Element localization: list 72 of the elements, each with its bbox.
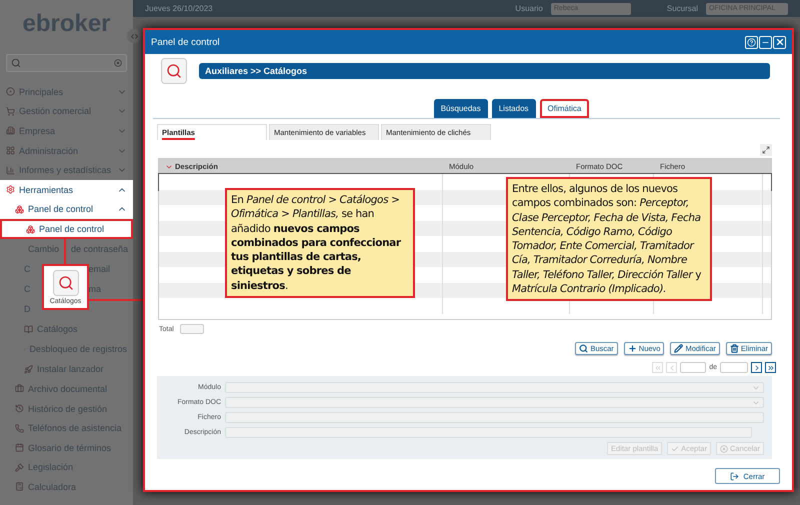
- sidebar-item[interactable]: Administración: [0, 140, 133, 160]
- calendar-icon: [15, 443, 24, 452]
- user-label: Usuario: [515, 4, 543, 13]
- cancel-icon: [720, 444, 728, 452]
- info-callout: Entre ellos, algunos de los nuevos campos combinados son: Perceptor, Clase Perceptor, Fecha de Vista, Fecha Sentencia, Código Ramo, Código Tomador, Ente Comercial, Tramitador Cía, Tramitador Correduría, Nombre Taller, Teléfono Taller, Dirección Taller y Matrícula Contrario (Implicado).: [506, 177, 712, 302]
- page-field[interactable]: [680, 362, 706, 373]
- sidebar-item[interactable]: C email: [0, 259, 133, 280]
- last-page-icon[interactable]: [765, 362, 776, 373]
- sidebar-item[interactable]: Principales: [0, 82, 133, 102]
- total-field: [180, 324, 204, 334]
- close-icon[interactable]: [773, 36, 786, 48]
- sidebar-item[interactable]: Panel de control: [0, 219, 133, 240]
- search-icon: [579, 344, 588, 353]
- boxes-icon: [26, 224, 35, 234]
- rocket-icon: [24, 364, 33, 374]
- tab[interactable]: Listados: [492, 99, 536, 118]
- expand-icon[interactable]: [760, 144, 772, 156]
- clear-icon[interactable]: [114, 59, 122, 67]
- input-field[interactable]: [225, 412, 764, 423]
- sidebar-item[interactable]: Gestión comercial: [0, 102, 133, 122]
- briefcase-icon: [15, 384, 24, 394]
- breadcrumb-bar: Auxiliares >> Catálogos: [199, 63, 770, 79]
- phone-icon: [15, 424, 24, 433]
- sidebar-item[interactable]: Archivo documental: [0, 379, 133, 399]
- pencil-icon: [674, 344, 684, 353]
- plus-icon: [628, 344, 637, 353]
- select-field[interactable]: [225, 397, 764, 408]
- sidebar-item[interactable]: Empresa: [0, 121, 133, 141]
- calculator-icon: [15, 482, 24, 492]
- tab[interactable]: Búsquedas: [434, 99, 488, 118]
- book-icon: [24, 324, 33, 334]
- date-text: Jueves 26/10/2023: [145, 4, 213, 13]
- sidebar-item[interactable]: Teléfonos de asistencia: [0, 418, 133, 438]
- sidebar-item[interactable]: Catálogos: [0, 319, 133, 340]
- branch-label: Sucursal: [666, 4, 698, 13]
- sidebar-item[interactable]: Calculadora: [0, 477, 133, 497]
- sidebar-item[interactable]: Glosario de términos: [0, 438, 133, 458]
- help-icon[interactable]: [745, 36, 758, 48]
- tab[interactable]: Ofimática: [540, 99, 590, 118]
- check-icon: [671, 444, 680, 452]
- sidebar-item[interactable]: Legislación: [0, 458, 133, 478]
- sidebar-item[interactable]: Histórico de gestión: [0, 398, 133, 418]
- input-field[interactable]: [225, 427, 752, 438]
- boxes-icon: [15, 204, 24, 214]
- sidebar-item[interactable]: C ma: [0, 279, 133, 300]
- search-icon: [11, 58, 21, 68]
- cart-icon: [6, 106, 15, 116]
- dialog-title: Panel de control: [151, 36, 220, 48]
- bar-chart-icon: [6, 166, 15, 175]
- previous-page-icon[interactable]: [666, 362, 678, 373]
- collapse-icon[interactable]: [127, 29, 141, 43]
- first-page-icon[interactable]: [652, 362, 664, 373]
- page-count-field[interactable]: [720, 362, 748, 373]
- building-icon: [6, 126, 15, 136]
- sidebar-item[interactable]: Desbloqueo de registros: [0, 339, 133, 360]
- exit-icon: [730, 472, 740, 480]
- sidebar-item[interactable]: Panel de control: [0, 200, 133, 220]
- select-field[interactable]: [225, 382, 764, 393]
- sidebar-item[interactable]: Instalar lanzador: [0, 359, 133, 380]
- circle-dot-icon: [6, 87, 15, 96]
- grid-icon: [6, 146, 15, 156]
- minimize-icon[interactable]: [759, 36, 772, 48]
- gear-icon: [6, 185, 15, 194]
- next-page-icon[interactable]: [751, 362, 762, 373]
- gavel-icon: [15, 462, 24, 472]
- info-callout: En Panel de control > Catálogos > Ofimática > Plantillas, se han añadido nuevos campos combinados para confeccionar tus plantillas de cartas, etiquetas y sobres de siniestros.: [225, 188, 415, 298]
- sidebar-item[interactable]: Informes y estadísticas: [0, 160, 133, 180]
- sidebar-item[interactable]: Cambio de contraseña: [0, 239, 133, 260]
- sidebar-item[interactable]: Herramientas: [0, 180, 133, 200]
- search-field[interactable]: [6, 54, 127, 72]
- history-icon: [15, 404, 24, 414]
- trash-icon: [730, 344, 739, 353]
